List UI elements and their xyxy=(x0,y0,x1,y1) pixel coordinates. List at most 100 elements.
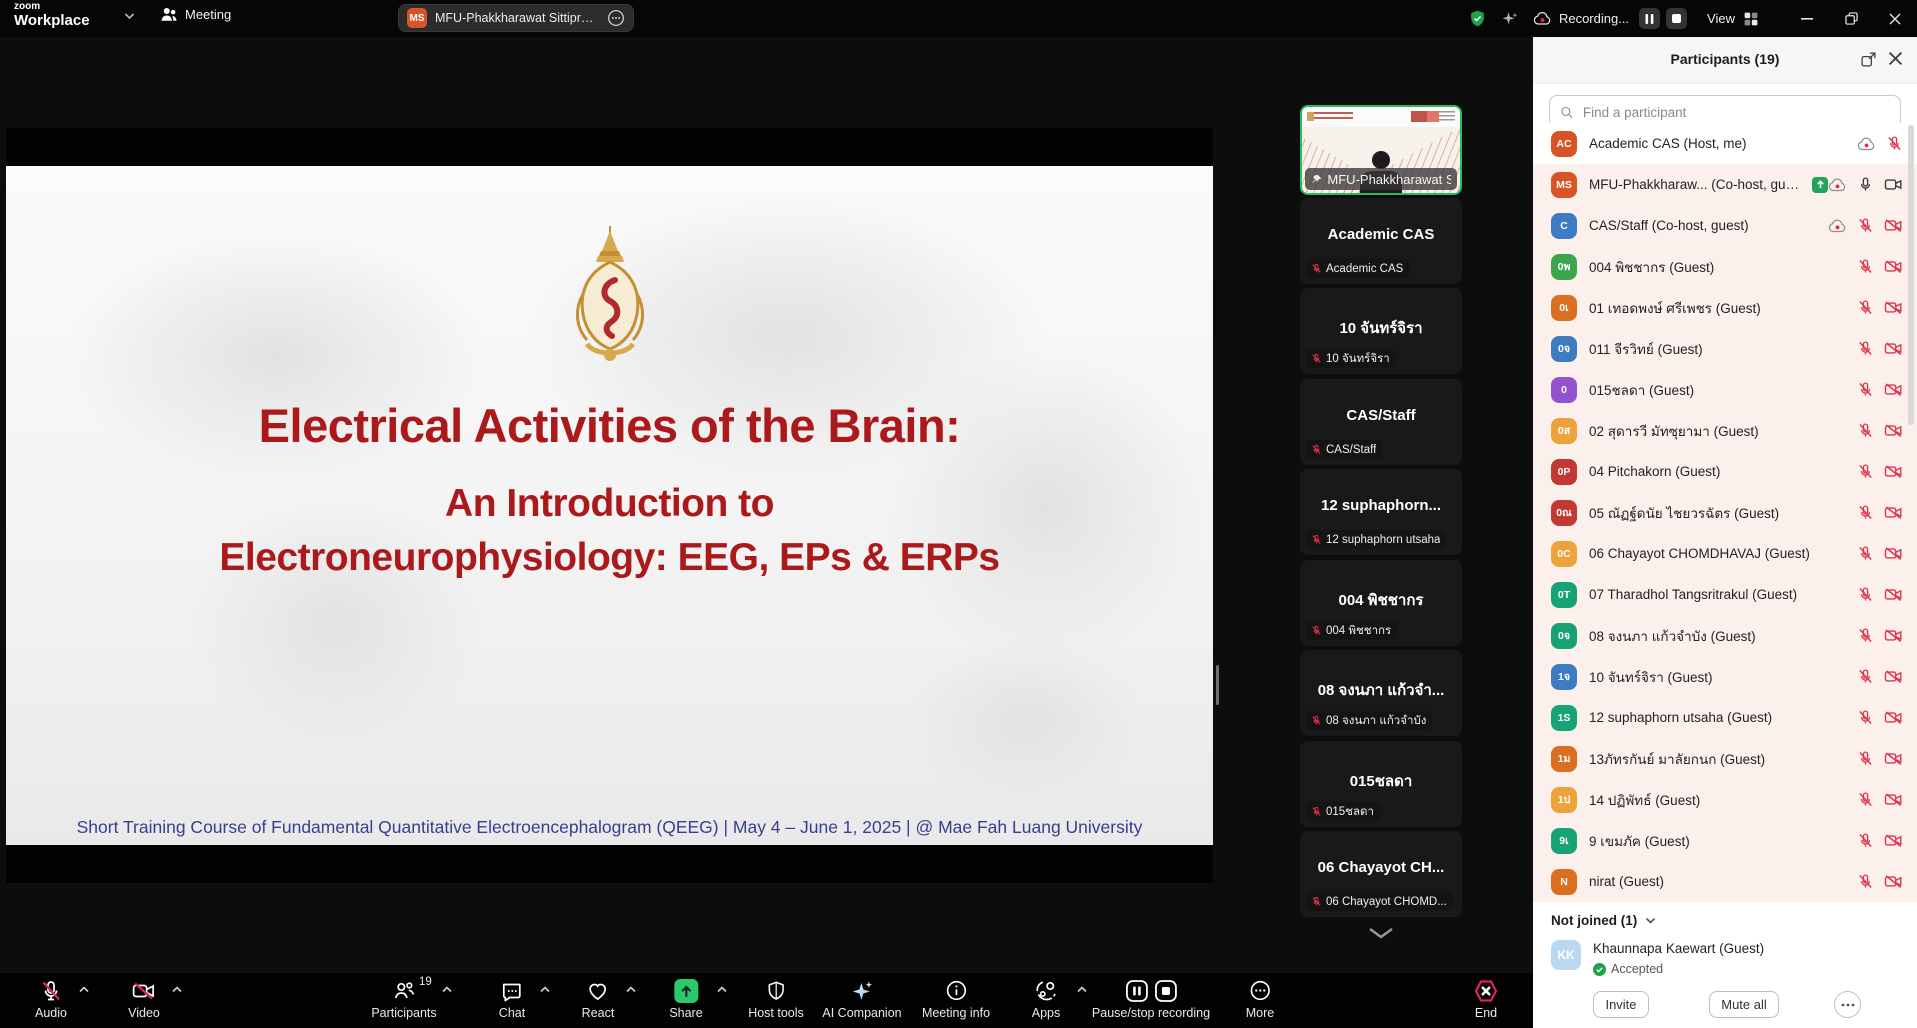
restore-button[interactable] xyxy=(1829,0,1873,37)
avatar: AC xyxy=(1551,131,1577,157)
participant-name: 06 Chayayot CHOMDHAVAJ (Guest) xyxy=(1589,546,1810,561)
pause-recording-icon[interactable] xyxy=(1124,979,1148,1003)
participants-count: 19 xyxy=(419,976,432,988)
stop-recording-button[interactable] xyxy=(1666,8,1687,29)
chevron-down-icon[interactable] xyxy=(124,12,135,20)
strip-collapse-chevron-icon[interactable] xyxy=(1364,927,1398,939)
avatar: 0จ xyxy=(1551,336,1577,362)
video-button[interactable]: Video xyxy=(128,978,160,1020)
participant-row[interactable]: 0P04 Pitchakorn (Guest) xyxy=(1533,451,1917,492)
tab-active-meeting[interactable]: MS MFU-Phakkharawat Sittiprapapir xyxy=(398,4,634,32)
shield-check-icon xyxy=(1468,9,1487,28)
mic-muted-icon xyxy=(1857,750,1874,767)
participant-row[interactable]: C CAS/Staff (Co-host, guest) xyxy=(1533,205,1917,246)
video-tile[interactable]: 08 จงนภา แก้วจำ... 08 จงนภา แก้วจำบัง xyxy=(1300,650,1462,736)
minimize-button[interactable] xyxy=(1785,0,1829,37)
camera-off-icon xyxy=(1884,751,1903,766)
participant-name: 015ชลดา (Guest) xyxy=(1589,379,1694,401)
pause-recording-button[interactable] xyxy=(1639,8,1660,29)
university-logo xyxy=(1307,112,1353,121)
participant-row[interactable]: 0C06 Chayayot CHOMDHAVAJ (Guest) xyxy=(1533,533,1917,574)
participant-row[interactable]: 0015ชลดา (Guest) xyxy=(1533,369,1917,410)
participant-row[interactable]: 0T07 Tharadhol Tangsritrakul (Guest) xyxy=(1533,574,1917,615)
close-button[interactable] xyxy=(1873,0,1917,37)
close-panel-icon[interactable] xyxy=(1888,51,1903,66)
mute-all-button[interactable]: Mute all xyxy=(1709,991,1779,1018)
chevron-up-icon[interactable] xyxy=(79,986,90,993)
map-decoration xyxy=(906,636,1146,806)
chevron-up-icon[interactable] xyxy=(626,986,637,993)
participant-row[interactable]: 0จ08 จงนภา แก้วจำบัง (Guest) xyxy=(1533,615,1917,656)
participant-row[interactable]: 0เ01 เทอดพงษ์ ศรีเพชร (Guest) xyxy=(1533,287,1917,328)
person-silhouette xyxy=(1372,151,1390,169)
not-joined-header[interactable]: Not joined (1) xyxy=(1551,913,1656,928)
zoom-workplace-logo: zoom Workplace xyxy=(14,2,90,28)
video-tile[interactable]: Academic CAS Academic CAS xyxy=(1300,198,1462,284)
participant-name: 011 จีรวิทย์ (Guest) xyxy=(1589,338,1703,360)
slide-title-line1: Electrical Activities of the Brain: xyxy=(6,398,1213,453)
mic-muted-icon xyxy=(1311,534,1322,545)
chevron-up-icon[interactable] xyxy=(1077,986,1088,993)
panel-more-button[interactable] xyxy=(1834,991,1861,1018)
participant-row[interactable]: 1S12 suphaphorn utsaha (Guest) xyxy=(1533,697,1917,738)
chat-button[interactable]: Chat xyxy=(499,978,525,1020)
pause-stop-recording-button[interactable]: Pause/stop recording xyxy=(1092,978,1210,1020)
stop-recording-icon[interactable] xyxy=(1153,979,1177,1003)
ellipsis-circle-icon[interactable] xyxy=(607,9,625,27)
heart-icon xyxy=(586,978,610,1003)
participant-row[interactable]: MS MFU-Phakkharaw... (Co-host, guest) xyxy=(1533,164,1917,205)
mic-muted-icon xyxy=(1311,896,1322,907)
chevron-up-icon[interactable] xyxy=(540,986,551,993)
participants-button[interactable]: 19 Participants xyxy=(371,978,436,1020)
avatar: 0พ xyxy=(1551,254,1577,280)
mfu-emblem-logo xyxy=(567,224,653,374)
apps-button[interactable]: Apps xyxy=(1032,978,1061,1020)
mic-muted-icon xyxy=(1857,586,1874,603)
tile-display-name: 06 Chayayot CH... xyxy=(1300,859,1462,876)
video-tile[interactable]: 06 Chayayot CH... 06 Chayayot CHOMD... xyxy=(1300,831,1462,917)
host-tools-button[interactable]: Host tools xyxy=(748,978,804,1020)
video-tile[interactable]: 004 พิชชากร 004 พิชชากร xyxy=(1300,560,1462,646)
participant-row[interactable]: 0ณ05 ณัฏฐ์ดนัย ไชยวรฉัตร (Guest) xyxy=(1533,492,1917,533)
chevron-up-icon[interactable] xyxy=(172,986,183,993)
participant-row[interactable]: 0พ004 พิชชากร (Guest) xyxy=(1533,246,1917,287)
not-joined-row[interactable]: KK Khaunnapa Kaewart (Guest) Accepted xyxy=(1551,940,1764,976)
video-tile[interactable]: CAS/Staff CAS/Staff xyxy=(1300,379,1462,465)
meeting-info-button[interactable]: Meeting info xyxy=(922,978,990,1020)
video-tile[interactable]: 015ชลดา 015ชลดา xyxy=(1300,741,1462,827)
participant-row[interactable]: 9เ9 เขมภัค (Guest) xyxy=(1533,820,1917,861)
slide-footer-text: Short Training Course of Fundamental Qua… xyxy=(6,817,1213,838)
video-tile[interactable]: 10 จันทร์จิรา 10 จันทร์จิรา xyxy=(1300,288,1462,374)
end-meeting-button[interactable]: End xyxy=(1473,978,1499,1020)
chevron-up-icon[interactable] xyxy=(442,986,453,993)
tab-meeting[interactable]: Meeting xyxy=(160,6,231,22)
audio-button[interactable]: Audio xyxy=(35,978,67,1020)
more-button[interactable]: More xyxy=(1246,978,1274,1020)
participant-row[interactable]: 0ส02 สุดารวี มัทซุยามา (Guest) xyxy=(1533,410,1917,451)
search-input[interactable] xyxy=(1581,104,1890,121)
popout-icon[interactable] xyxy=(1860,51,1877,68)
view-button-label[interactable]: View xyxy=(1707,11,1735,26)
camera-off-icon xyxy=(1884,218,1903,233)
panel-resize-handle[interactable] xyxy=(1216,665,1219,705)
participant-name: 14 ปฏิพัทธ์ (Guest) xyxy=(1589,789,1700,811)
end-label: End xyxy=(1475,1006,1497,1020)
scrollbar[interactable] xyxy=(1908,125,1914,425)
participant-row[interactable]: AC Academic CAS (Host, me) xyxy=(1533,123,1917,164)
chevron-down-icon xyxy=(1645,917,1656,924)
view-layout-icon[interactable] xyxy=(1743,11,1759,27)
invite-button[interactable]: Invite xyxy=(1593,991,1649,1018)
react-button[interactable]: React xyxy=(582,978,615,1020)
active-video-tile[interactable]: MFU-Phakkharawat Si... xyxy=(1300,105,1462,195)
participant-row[interactable]: Nnirat (Guest) xyxy=(1533,861,1917,902)
participant-row[interactable]: 1จ10 จันทร์จิรา (Guest) xyxy=(1533,656,1917,697)
camera-off-icon xyxy=(1884,546,1903,561)
video-tile[interactable]: 12 suphaphorn... 12 suphaphorn utsaha xyxy=(1300,469,1462,555)
share-button[interactable]: Share xyxy=(669,978,702,1020)
participant-row[interactable]: 0จ 011 จีรวิทย์ (Guest) xyxy=(1533,328,1917,369)
participant-row[interactable]: 1ป14 ปฏิพัทธ์ (Guest) xyxy=(1533,779,1917,820)
participant-name: Academic CAS (Host, me) xyxy=(1589,136,1747,151)
ai-companion-button[interactable]: AI Companion xyxy=(822,978,901,1020)
chevron-up-icon[interactable] xyxy=(717,986,728,993)
participant-row[interactable]: 1ม13ภัทรกันย์ มาลัยกนก (Guest) xyxy=(1533,738,1917,779)
